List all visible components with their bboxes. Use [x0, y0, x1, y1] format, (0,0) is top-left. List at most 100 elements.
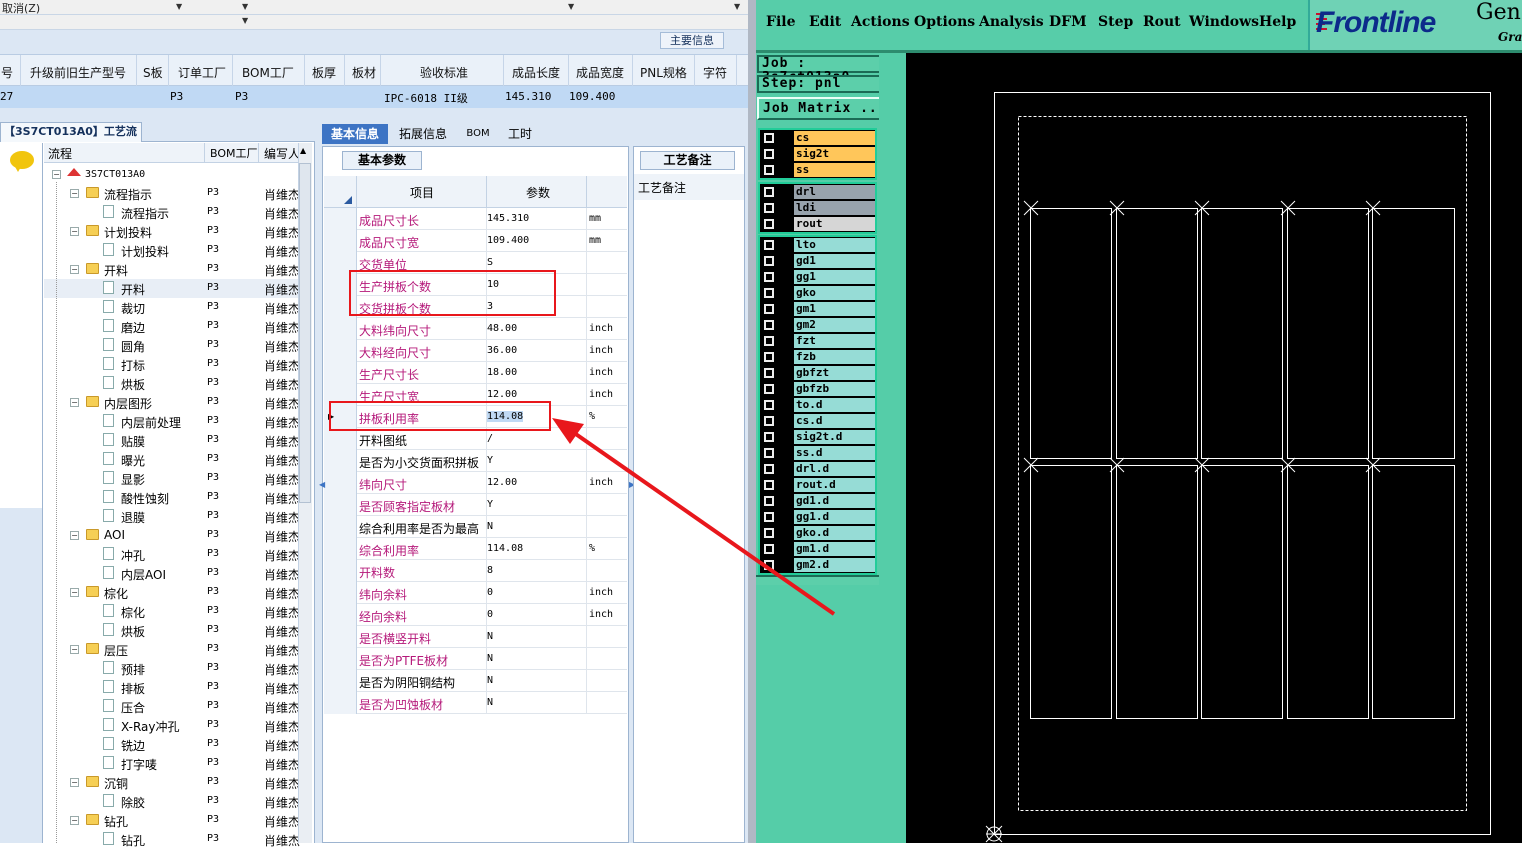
tree-node[interactable]: 压合 P3 肖维杰: [44, 697, 300, 716]
param-row[interactable]: 成品尺寸长 145.310 mm: [324, 208, 627, 230]
layer-row[interactable]: sig2t: [760, 146, 875, 162]
layer-name[interactable]: gbfzt: [794, 366, 875, 380]
table-row[interactable]: 27 P3 P3 IPC-6018 II级 145.310 109.400: [0, 86, 748, 108]
col-item[interactable]: 项目: [410, 184, 434, 201]
layer-row[interactable]: gg1: [760, 269, 875, 285]
row-header[interactable]: [324, 538, 357, 560]
scrollbar-thumb[interactable]: [299, 163, 311, 503]
main-info-button[interactable]: 主要信息: [660, 32, 724, 49]
tree-node[interactable]: − 钻孔 P3 肖维杰: [44, 811, 300, 830]
param-value[interactable]: 8: [487, 565, 493, 576]
menu-actions[interactable]: Actions: [851, 14, 910, 30]
tree-node[interactable]: 酸性蚀刻 P3 肖维杰: [44, 488, 300, 507]
layer-checkbox[interactable]: [764, 272, 774, 282]
param-row[interactable]: 大料经向尺寸 36.00 inch: [324, 340, 627, 362]
tree-node[interactable]: 冲孔 P3 肖维杰: [44, 545, 300, 564]
layer-checkbox[interactable]: [764, 187, 774, 197]
layer-row[interactable]: cs: [760, 130, 875, 146]
tree-node[interactable]: 铣边 P3 肖维杰: [44, 735, 300, 754]
param-value[interactable]: 18.00: [487, 367, 517, 378]
col-header[interactable]: PNL规格: [640, 64, 687, 81]
dropdown-arrow-icon[interactable]: ▼: [242, 16, 248, 25]
dropdown-arrow-icon[interactable]: ▼: [176, 2, 182, 11]
layer-checkbox[interactable]: [764, 352, 774, 362]
col-param[interactable]: 参数: [526, 184, 550, 201]
row-header[interactable]: [324, 208, 357, 230]
layer-checkbox[interactable]: [764, 133, 774, 143]
layer-name[interactable]: drl: [794, 185, 875, 199]
layer-name[interactable]: gm1: [794, 302, 875, 316]
layer-row[interactable]: fzt: [760, 333, 875, 349]
tree-node[interactable]: 贴膜 P3 肖维杰: [44, 431, 300, 450]
col-header[interactable]: 验收标准: [420, 64, 468, 81]
tree-node[interactable]: 打字唛 P3 肖维杰: [44, 754, 300, 773]
dropdown-arrow-icon[interactable]: ▼: [242, 2, 248, 11]
layer-checkbox[interactable]: [764, 256, 774, 266]
tree-node[interactable]: 除胶 P3 肖维杰: [44, 792, 300, 811]
tree-node[interactable]: − 内层图形 P3 肖维杰: [44, 393, 300, 412]
tree-node[interactable]: 曝光 P3 肖维杰: [44, 450, 300, 469]
param-value[interactable]: N: [487, 675, 493, 686]
layer-checkbox[interactable]: [764, 149, 774, 159]
param-value[interactable]: N: [487, 653, 493, 664]
graphic-canvas[interactable]: [906, 53, 1522, 843]
col-header[interactable]: 成品宽度: [576, 64, 624, 81]
row-header[interactable]: [324, 582, 357, 604]
tree-node[interactable]: 开料 P3 肖维杰: [44, 279, 300, 298]
tree-node[interactable]: 内层AOI P3 肖维杰: [44, 564, 300, 583]
layer-row[interactable]: gm1: [760, 301, 875, 317]
row-header[interactable]: [324, 362, 357, 384]
col-header[interactable]: 字符: [703, 64, 727, 81]
collapse-toggle-icon[interactable]: −: [70, 588, 79, 597]
layer-name[interactable]: gm2: [794, 318, 875, 332]
layer-row[interactable]: gd1: [760, 253, 875, 269]
menu-edit[interactable]: Edit: [809, 14, 841, 30]
tab-extended-info[interactable]: 拓展信息: [392, 124, 454, 144]
layer-checkbox[interactable]: [764, 288, 774, 298]
tree-node[interactable]: 打标 P3 肖维杰: [44, 355, 300, 374]
param-value[interactable]: 114.08: [487, 543, 523, 554]
layer-row[interactable]: ss: [760, 162, 875, 178]
row-header[interactable]: [324, 450, 357, 472]
scroll-up-icon[interactable]: ▲: [300, 146, 306, 155]
collapse-toggle-icon[interactable]: −: [70, 189, 79, 198]
tree-node[interactable]: 计划投料 P3 肖维杰: [44, 241, 300, 260]
layer-name[interactable]: fzt: [794, 334, 875, 348]
tab-process-flow[interactable]: 【3S7CT013A0】工艺流程: [0, 122, 142, 156]
param-value[interactable]: 48.00: [487, 323, 517, 334]
menu-dfm[interactable]: DFM: [1049, 14, 1087, 30]
layer-row[interactable]: gko: [760, 285, 875, 301]
layer-checkbox[interactable]: [764, 368, 774, 378]
layer-row[interactable]: fzb: [760, 349, 875, 365]
collapse-toggle-icon[interactable]: −: [70, 265, 79, 274]
tree-node[interactable]: − 3S7CT013A0: [44, 165, 298, 184]
tree-node[interactable]: − 流程指示 P3 肖维杰: [44, 184, 300, 203]
layer-checkbox[interactable]: [764, 219, 774, 229]
layer-name[interactable]: gd1: [794, 254, 875, 268]
tab-bom[interactable]: BOM: [458, 124, 498, 144]
layer-name[interactable]: gko: [794, 286, 875, 300]
layer-row[interactable]: gbfzb: [760, 381, 875, 397]
row-header[interactable]: [324, 670, 357, 692]
tree-node[interactable]: − 层压 P3 肖维杰: [44, 640, 300, 659]
collapse-toggle-icon[interactable]: −: [70, 227, 79, 236]
param-value[interactable]: 12.00: [487, 389, 517, 400]
tree-node[interactable]: − 沉铜 P3 肖维杰: [44, 773, 300, 792]
param-value[interactable]: N: [487, 521, 493, 532]
param-row[interactable]: 生产尺寸长 18.00 inch: [324, 362, 627, 384]
menu-windows[interactable]: Windows: [1189, 14, 1259, 30]
row-header[interactable]: [324, 340, 357, 362]
param-value[interactable]: N: [487, 697, 493, 708]
layer-name[interactable]: sig2t: [794, 147, 875, 161]
param-value[interactable]: 0: [487, 609, 493, 620]
layer-name[interactable]: rout: [794, 217, 875, 231]
layer-checkbox[interactable]: [764, 320, 774, 330]
tree-node[interactable]: − 开料 P3 肖维杰: [44, 260, 300, 279]
row-header[interactable]: [324, 626, 357, 648]
row-header[interactable]: [324, 472, 357, 494]
tree-node[interactable]: 烘板 P3 肖维杰: [44, 374, 300, 393]
menu-help[interactable]: Help: [1259, 14, 1296, 30]
col-bom[interactable]: BOM工厂: [210, 145, 258, 161]
tree-node[interactable]: − 棕化 P3 肖维杰: [44, 583, 300, 602]
row-header[interactable]: [324, 604, 357, 626]
